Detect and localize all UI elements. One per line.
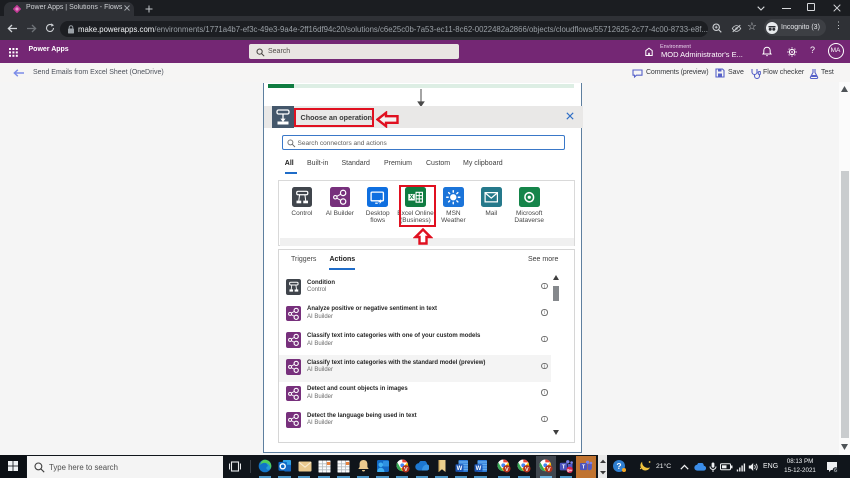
svg-text:V: V [547, 467, 551, 473]
svg-text:W: W [476, 466, 482, 472]
svg-text:6: 6 [834, 468, 837, 473]
svg-text:9+: 9+ [567, 468, 573, 473]
svg-text:W: W [456, 466, 462, 472]
svg-text:V: V [505, 467, 509, 473]
svg-text:T: T [561, 465, 565, 471]
svg-text:V: V [525, 467, 529, 473]
svg-text:V: V [403, 467, 407, 473]
